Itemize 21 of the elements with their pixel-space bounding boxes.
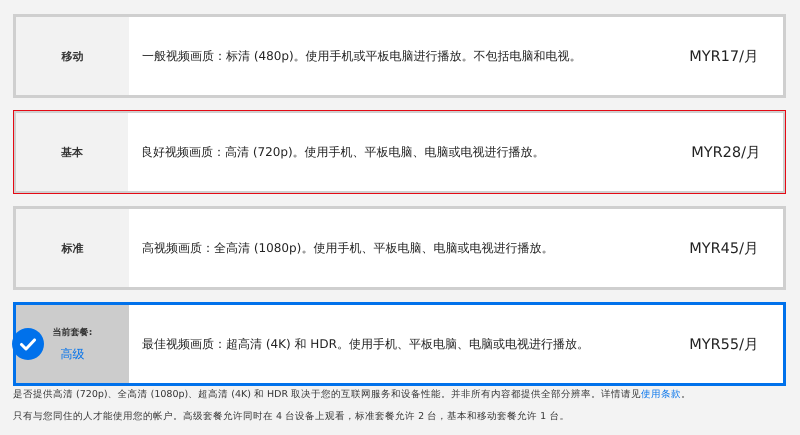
plan-price: MYR17/月 [689,48,760,66]
plan-card[interactable]: 基本 良好视频画质：高清 (720p)。使用手机、平板电脑、电脑或电视进行播放。 MYR28/月 [13,110,786,194]
checkmark-icon [12,328,44,360]
terms-link[interactable]: 使用条款 [641,389,682,400]
plan-card[interactable]: 当前套餐: 高级 最佳视频画质：超高清 (4K) 和 HDR。使用手机、平板电脑、电脑或电视进行播放。 MYR55/月 [13,302,786,386]
plan-name: 标准 [62,240,84,256]
current-plan-label: 当前套餐: [52,326,92,338]
plan-price: MYR28/月 [691,144,762,162]
plan-description: 一般视频画质：标清 (480p)。使用手机或平板电脑进行播放。不包括电脑和电视。 [141,48,583,64]
plan-description: 高视频画质：全高清 (1080p)。使用手机、平板电脑、电脑或电视进行播放。 [141,240,554,256]
plan-description: 最佳视频画质：超高清 (4K) 和 HDR。使用手机、平板电脑、电脑或电视进行播放。 [141,336,590,352]
plan-name: 移动 [62,48,84,64]
plan-card[interactable]: 标准 高视频画质：全高清 (1080p)。使用手机、平板电脑、电脑或电视进行播放。 MYR45/月 [13,206,786,290]
footnote: 是否提供高清 (720p)、全高清 (1080p)、超高清 (4K) 和 HDR 取决于您的互联网服务和设备性能。并非所有内容都提供全部分辨率。详情请见使用条款。 [13,389,692,400]
plan-price: MYR45/月 [689,240,760,258]
plan-name: 基本 [61,144,83,160]
plan-price: MYR55/月 [689,336,760,354]
footnote: 只有与您同住的人才能使用您的帐户。高级套餐允许同时在 4 台设备上观看，标准套餐允许 2 台，基本和移动套餐允许 1 台。 [13,411,570,422]
plan-name: 高级 [60,346,84,362]
plan-description: 良好视频画质：高清 (720p)。使用手机、平板电脑、电脑或电视进行播放。 [140,144,546,160]
plan-card[interactable]: 移动 一般视频画质：标清 (480p)。使用手机或平板电脑进行播放。不包括电脑和电视。 MYR17/月 [13,14,786,98]
